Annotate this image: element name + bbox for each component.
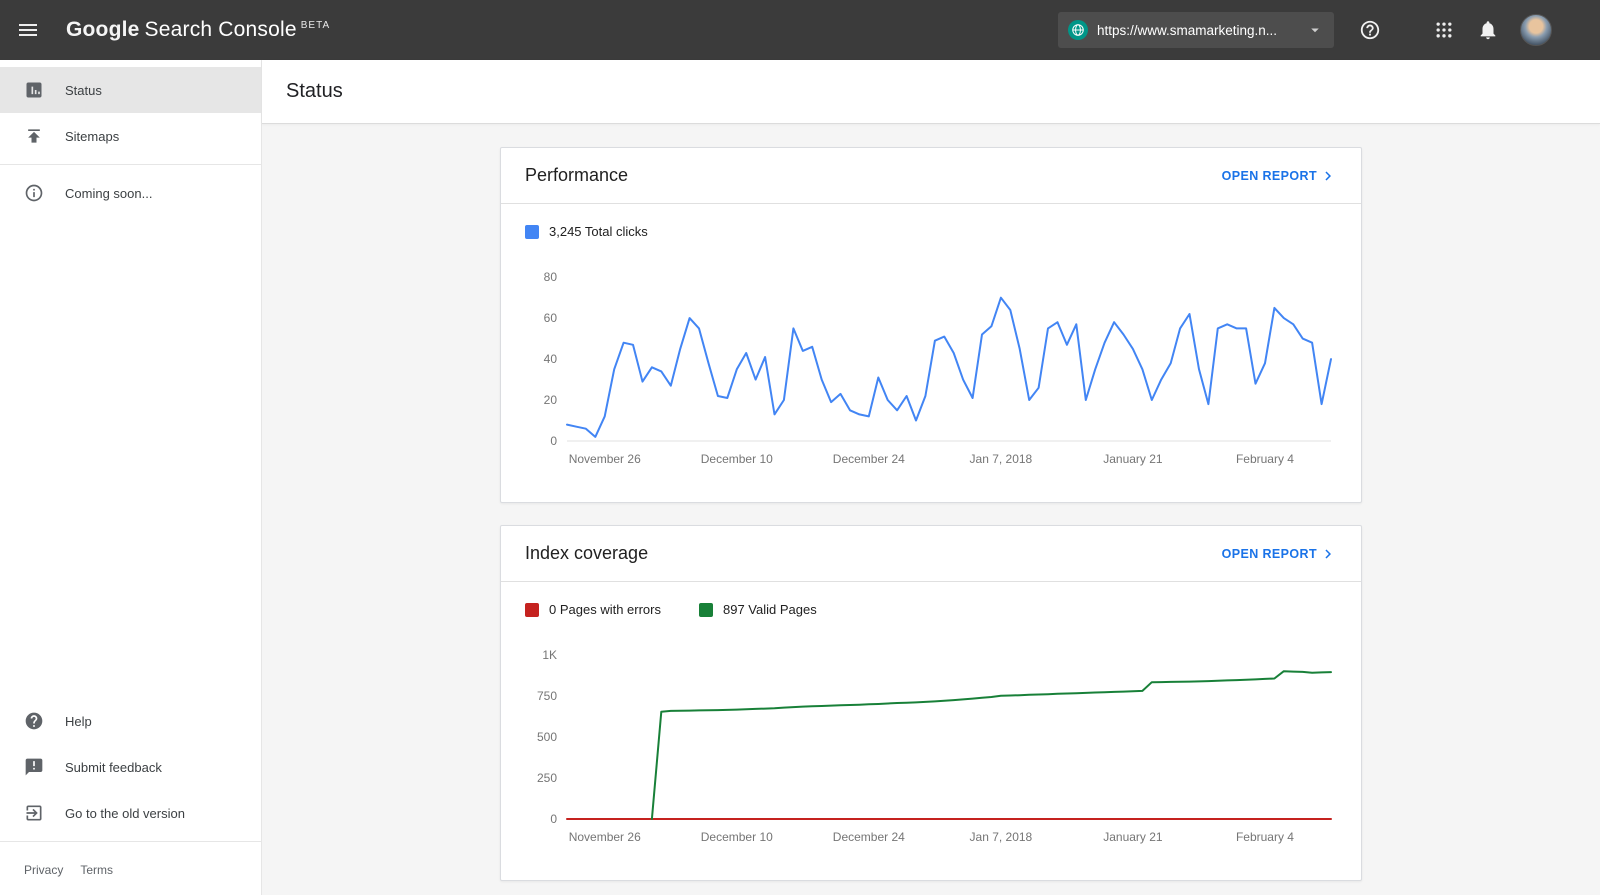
product-logo: Google Search Console BETA xyxy=(66,18,330,42)
svg-text:January 21: January 21 xyxy=(1103,830,1163,844)
brand-name: Google xyxy=(66,18,140,41)
svg-text:February 4: February 4 xyxy=(1236,830,1294,844)
sidebar-item-label: Status xyxy=(65,82,102,98)
svg-text:40: 40 xyxy=(544,352,558,366)
legal-links: Privacy Terms xyxy=(0,847,261,895)
sidebar-item-label: Coming soon... xyxy=(65,185,153,201)
index-coverage-open-report-link[interactable]: OPEN REPORT xyxy=(1222,545,1337,563)
performance-chart-wrap: 0 20 40 60 80 November 26 December 10 December … xyxy=(501,253,1361,502)
svg-text:December 24: December 24 xyxy=(833,452,905,466)
menu-icon xyxy=(19,21,37,39)
info-icon xyxy=(24,183,44,203)
svg-text:60: 60 xyxy=(544,311,558,325)
chevron-down-icon xyxy=(1306,21,1324,39)
svg-text:December 10: December 10 xyxy=(701,830,773,844)
sidebar-item-label: Go to the old version xyxy=(65,805,185,821)
beta-badge: BETA xyxy=(300,20,331,31)
legend-item-valid: 897 Valid Pages xyxy=(699,602,817,617)
sidebar-item-coming-soon[interactable]: Coming soon... xyxy=(0,170,261,216)
legend-swatch-blue xyxy=(525,224,539,239)
app-window: Google Search Console BETA https://www.sma… xyxy=(0,0,1600,895)
main-area: Status Performance OPEN REPORT 3,245 Tot… xyxy=(262,60,1600,895)
index-coverage-chart: 0 250 500 750 1K November 26 December 10 Decemb… xyxy=(537,648,1332,844)
sidebar-item-label: Help xyxy=(65,713,92,729)
svg-text:500: 500 xyxy=(537,730,557,744)
exit-icon xyxy=(24,803,44,823)
sidebar-item-submit-feedback[interactable]: Submit feedback xyxy=(0,744,261,790)
svg-text:February 4: February 4 xyxy=(1236,452,1294,466)
svg-text:750: 750 xyxy=(537,689,557,703)
property-selector[interactable]: https://www.smamarketing.n... xyxy=(1058,12,1334,48)
performance-card-title: Performance xyxy=(525,165,629,185)
sidebar-item-status[interactable]: Status xyxy=(0,67,261,113)
legend-swatch-red xyxy=(525,602,539,617)
page-content: Performance OPEN REPORT 3,245 Total clic… xyxy=(262,124,1600,895)
apps-grid-button[interactable] xyxy=(1424,10,1464,50)
sidebar-item-sitemaps[interactable]: Sitemaps xyxy=(0,113,261,159)
legend-swatch-green xyxy=(699,602,713,617)
legend-item-total-clicks: 3,245 Total clicks xyxy=(525,224,648,239)
index-coverage-card-header: Index coverage OPEN REPORT xyxy=(501,526,1361,582)
svg-text:November 26: November 26 xyxy=(569,830,641,844)
legend-item-errors: 0 Pages with errors xyxy=(525,602,661,617)
hamburger-button[interactable] xyxy=(0,0,56,60)
sidebar-item-help[interactable]: Help xyxy=(0,698,261,744)
sidebar-item-old-version[interactable]: Go to the old version xyxy=(0,790,261,836)
sidebar: Status Sitemaps Coming soon... Help Subm… xyxy=(0,60,262,895)
terms-link[interactable]: Terms xyxy=(80,863,113,877)
upload-icon xyxy=(24,126,44,146)
index-coverage-chart-wrap: 0 250 500 750 1K November 26 December 10 Decemb… xyxy=(501,631,1361,880)
page-header: Status xyxy=(262,60,1600,124)
feedback-icon xyxy=(24,757,44,777)
performance-card-header: Performance OPEN REPORT xyxy=(501,148,1361,204)
svg-text:20: 20 xyxy=(544,393,558,407)
apps-grid-icon xyxy=(1434,20,1454,40)
property-url: https://www.smamarketing.n... xyxy=(1097,22,1278,38)
svg-text:December 24: December 24 xyxy=(833,830,905,844)
privacy-link[interactable]: Privacy xyxy=(24,863,63,877)
performance-open-report-link[interactable]: OPEN REPORT xyxy=(1222,167,1337,185)
svg-text:0: 0 xyxy=(550,434,557,448)
svg-text:November 26: November 26 xyxy=(569,452,641,466)
top-bar: Google Search Console BETA https://www.sma… xyxy=(0,0,1600,60)
chevron-right-icon xyxy=(1319,167,1337,185)
svg-text:1K: 1K xyxy=(542,648,557,662)
svg-text:250: 250 xyxy=(537,771,557,785)
help-button[interactable] xyxy=(1350,10,1390,50)
notifications-button[interactable] xyxy=(1468,10,1508,50)
bell-icon xyxy=(1477,19,1499,41)
open-report-label: OPEN REPORT xyxy=(1221,546,1317,561)
index-coverage-legend: 0 Pages with errors 897 Valid Pages xyxy=(501,582,1361,631)
legend-label: 897 Valid Pages xyxy=(723,602,817,617)
svg-text:80: 80 xyxy=(544,270,558,284)
bar-chart-icon xyxy=(24,80,44,100)
sidebar-divider xyxy=(0,841,261,842)
svg-text:Jan 7, 2018: Jan 7, 2018 xyxy=(970,830,1033,844)
index-coverage-card-title: Index coverage xyxy=(525,543,649,563)
svg-text:0: 0 xyxy=(550,812,557,826)
performance-legend: 3,245 Total clicks xyxy=(501,204,1361,253)
sidebar-divider xyxy=(0,164,261,165)
index-coverage-card: Index coverage OPEN REPORT 0 Pages with … xyxy=(500,525,1362,881)
sidebar-item-label: Submit feedback xyxy=(65,759,162,775)
svg-text:January 21: January 21 xyxy=(1103,452,1163,466)
page-title: Status xyxy=(286,80,343,102)
help-icon xyxy=(24,711,44,731)
globe-icon xyxy=(1068,20,1088,40)
performance-chart: 0 20 40 60 80 November 26 December 10 December … xyxy=(544,270,1332,466)
legend-label: 3,245 Total clicks xyxy=(549,224,648,239)
performance-card: Performance OPEN REPORT 3,245 Total clic… xyxy=(500,147,1362,503)
product-name: Search Console xyxy=(144,18,297,41)
svg-text:Jan 7, 2018: Jan 7, 2018 xyxy=(970,452,1033,466)
help-icon xyxy=(1359,19,1381,41)
chevron-right-icon xyxy=(1319,545,1337,563)
open-report-label: OPEN REPORT xyxy=(1221,168,1317,183)
svg-text:December 10: December 10 xyxy=(701,452,773,466)
sidebar-item-label: Sitemaps xyxy=(65,128,120,144)
legend-label: 0 Pages with errors xyxy=(549,602,661,617)
avatar[interactable] xyxy=(1520,14,1552,46)
